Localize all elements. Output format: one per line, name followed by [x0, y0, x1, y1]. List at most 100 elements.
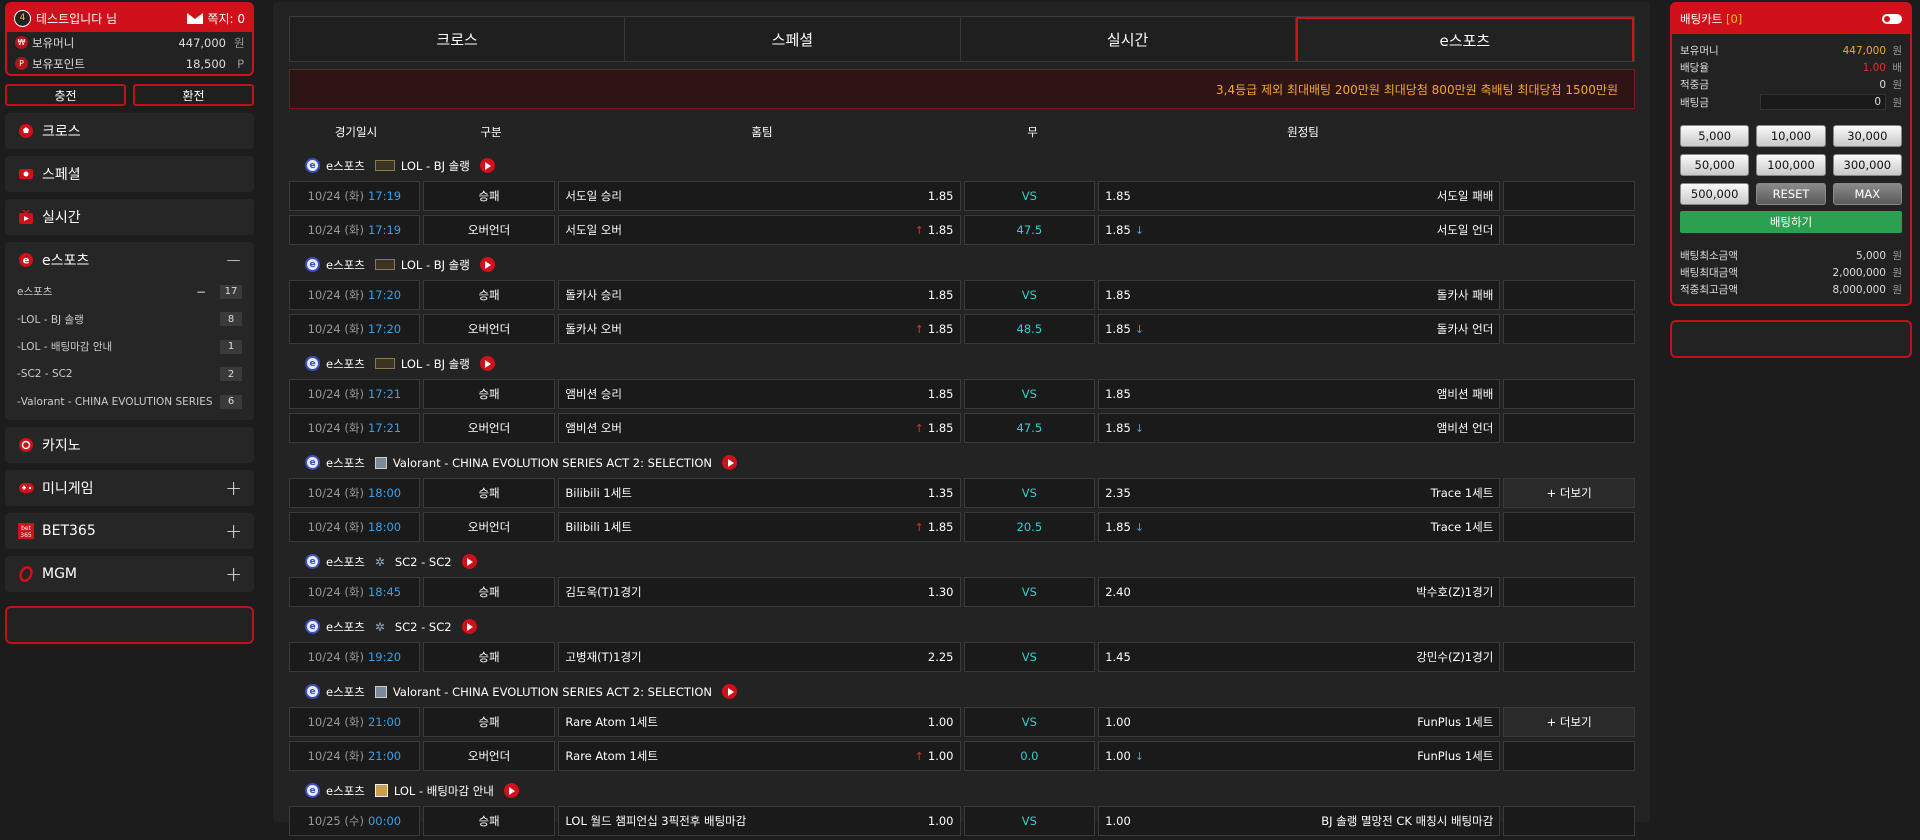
live-play-icon[interactable]	[722, 684, 737, 699]
away-odds-button[interactable]: 2.40 박수호(Z)1경기	[1098, 577, 1501, 607]
menu-minigame[interactable]: 미니게임 +	[5, 469, 254, 506]
amount-10000-button[interactable]: 10,000	[1756, 125, 1826, 147]
charge-button[interactable]: 충전	[5, 84, 126, 106]
odds-up-icon: ↑	[914, 223, 924, 237]
game-row: 10/25 (수) 00:00 승패 LOL 월드 챔피언십 3픽전후 배팅마감 1.0…	[289, 806, 1635, 836]
menu-special[interactable]: 스페셜	[5, 156, 254, 192]
home-odds-button[interactable]: 돌카사 오버 ↑ 1.85	[558, 314, 961, 344]
amount-50000-button[interactable]: 50,000	[1680, 154, 1750, 176]
live-play-icon[interactable]	[503, 783, 519, 798]
away-odds-wrap: 1.85	[1105, 288, 1437, 302]
max-bet-row: 배팅최대금액 2,000,000 원	[1672, 264, 1910, 281]
draw-odds-button[interactable]: VS	[963, 707, 1096, 737]
left-sidebar: 4 테스트입니다 님 쪽지: 0 ₩ 보유머니 447,000 원 P 보유포인트 …	[5, 2, 254, 644]
home-odds-button[interactable]: 고병재(T)1경기 2.25	[558, 642, 961, 672]
away-odds-button[interactable]: 1.45 강민수(Z)1경기	[1098, 642, 1501, 672]
live-play-icon[interactable]	[479, 158, 495, 173]
home-odds-button[interactable]: 앰비션 오버 ↑ 1.85	[558, 413, 961, 443]
home-odds-button[interactable]: Bilibili 1세트 1.35	[558, 478, 961, 508]
menu-bet365[interactable]: bet 365 BET365 +	[5, 512, 254, 549]
home-odds-button[interactable]: 김도욱(T)1경기 1.30	[558, 577, 961, 607]
expand-icon[interactable]: +	[225, 519, 242, 543]
away-odds-button[interactable]: 1.85 ↓ Trace 1세트	[1098, 512, 1501, 542]
draw-odds-button[interactable]: VS	[963, 577, 1096, 607]
draw-odds-button[interactable]: VS	[963, 806, 1096, 836]
draw-odds-button[interactable]: 20.5	[963, 512, 1096, 542]
esports-sub-item[interactable]: - LOL - BJ 솔랭 8	[5, 306, 254, 334]
place-bet-button[interactable]: 배팅하기	[1680, 211, 1902, 233]
menu-live[interactable]: 실시간	[5, 199, 254, 235]
bet-amount-input[interactable]	[1760, 94, 1886, 110]
away-odds-button[interactable]: 1.85 앰비션 패배	[1098, 379, 1501, 409]
draw-odds-button[interactable]: VS	[963, 379, 1096, 409]
tab-cross[interactable]: 크로스	[290, 17, 626, 61]
max-win-value: 8,000,000	[1832, 283, 1886, 296]
live-play-icon[interactable]	[461, 619, 477, 634]
away-odds-button[interactable]: 1.85 돌카사 패배	[1098, 280, 1501, 310]
amount-300000-button[interactable]: 300,000	[1832, 154, 1902, 176]
draw-odds-button[interactable]: 0.0	[963, 741, 1096, 771]
live-play-icon[interactable]	[722, 455, 737, 470]
draw-odds-button[interactable]: 47.5	[963, 215, 1096, 245]
user-name: 테스트입니다 님	[36, 11, 118, 26]
more-button	[1503, 512, 1635, 542]
more-button[interactable]: + 더보기	[1503, 707, 1635, 737]
max-button[interactable]: MAX	[1832, 183, 1902, 205]
draw-odds-button[interactable]: 47.5	[963, 413, 1096, 443]
game-hour: 00:00	[367, 814, 402, 828]
live-play-icon[interactable]	[479, 356, 495, 371]
home-odds-button[interactable]: Rare Atom 1세트 ↑ 1.00	[558, 741, 961, 771]
mail-button[interactable]: 쪽지: 0	[187, 10, 245, 27]
home-odds-button[interactable]: 서도일 오버 ↑ 1.85	[558, 215, 961, 245]
away-odds-button[interactable]: 1.00 BJ 솔랭 멸망전 CK 매칭시 배팅마감	[1098, 806, 1501, 836]
amount-5000-button[interactable]: 5,000	[1680, 125, 1750, 147]
reset-button[interactable]: RESET	[1756, 183, 1826, 205]
esports-sub-item[interactable]: e스포츠 −17	[5, 278, 254, 306]
home-odds-button[interactable]: 서도일 승리 1.85	[558, 181, 961, 211]
tab-esports[interactable]: e스포츠	[1295, 17, 1634, 61]
collapse-icon[interactable]: −	[196, 285, 206, 299]
esports-sub-item[interactable]: - Valorant - CHINA EVOLUTION SERIES ACT …	[5, 388, 254, 416]
amount-100000-button[interactable]: 100,000	[1756, 154, 1826, 176]
esports-sub-item[interactable]: - LOL - 배팅마감 안내 1	[5, 333, 254, 361]
tab-special[interactable]: 스페셜	[625, 17, 961, 61]
away-odds-button[interactable]: 2.35 Trace 1세트	[1098, 478, 1501, 508]
menu-esports[interactable]: e e스포츠 −	[5, 242, 254, 278]
tab-live[interactable]: 실시간	[960, 17, 1296, 61]
draw-odds-button[interactable]: VS	[963, 280, 1096, 310]
draw-odds-button[interactable]: VS	[963, 642, 1096, 672]
expand-icon[interactable]: +	[225, 476, 242, 500]
away-odds-button[interactable]: 1.85 ↓ 돌카사 언더	[1098, 314, 1501, 344]
menu-cross[interactable]: 크로스	[5, 113, 254, 149]
away-odds-button[interactable]: 1.85 ↓ 앰비션 언더	[1098, 413, 1501, 443]
home-odds-button[interactable]: 앰비션 승리 1.85	[558, 379, 961, 409]
away-team: 강민수(Z)1경기	[1416, 650, 1494, 664]
menu-mgm[interactable]: MGM +	[5, 555, 254, 592]
game-hour: 17:20	[367, 288, 402, 302]
live-play-icon[interactable]	[479, 257, 495, 272]
amount-30000-button[interactable]: 30,000	[1832, 125, 1902, 147]
away-odds-button[interactable]: 1.00 FunPlus 1세트	[1098, 707, 1501, 737]
menu-casino[interactable]: 카지노	[5, 426, 254, 463]
game-row: 10/24 (화) 18:00 승패 Bilibili 1세트 1.35 VS 2.35 Tr…	[289, 478, 1635, 508]
away-odds-button[interactable]: 1.85 ↓ 서도일 언더	[1098, 215, 1501, 245]
away-odds-button[interactable]: 1.85 서도일 패배	[1098, 181, 1501, 211]
draw-odds-button[interactable]: 48.5	[963, 314, 1096, 344]
esports-sub-item[interactable]: - SC2 - SC2 2	[5, 361, 254, 389]
exchange-button[interactable]: 환전	[133, 84, 254, 106]
live-play-icon[interactable]	[461, 554, 477, 569]
draw-odds-button[interactable]: VS	[963, 478, 1096, 508]
cart-toggle[interactable]	[1882, 14, 1902, 24]
home-odds-button[interactable]: Bilibili 1세트 ↑ 1.85	[558, 512, 961, 542]
expand-icon[interactable]: +	[225, 562, 242, 586]
league-sport: e스포츠	[326, 554, 365, 569]
amount-500000-button[interactable]: 500,000	[1680, 183, 1750, 205]
draw-odds-button[interactable]: VS	[963, 181, 1096, 211]
away-odds-button[interactable]: 1.00 ↓ FunPlus 1세트	[1098, 741, 1501, 771]
home-odds-button[interactable]: Rare Atom 1세트 1.00	[558, 707, 961, 737]
collapse-icon[interactable]: −	[225, 248, 242, 272]
home-odds-button[interactable]: LOL 월드 챔피언십 3픽전후 배팅마감 1.00	[558, 806, 961, 836]
home-odds-button[interactable]: 돌카사 승리 1.85	[558, 280, 961, 310]
home-odds: 1.85	[927, 520, 954, 534]
more-button[interactable]: + 더보기	[1503, 478, 1635, 508]
